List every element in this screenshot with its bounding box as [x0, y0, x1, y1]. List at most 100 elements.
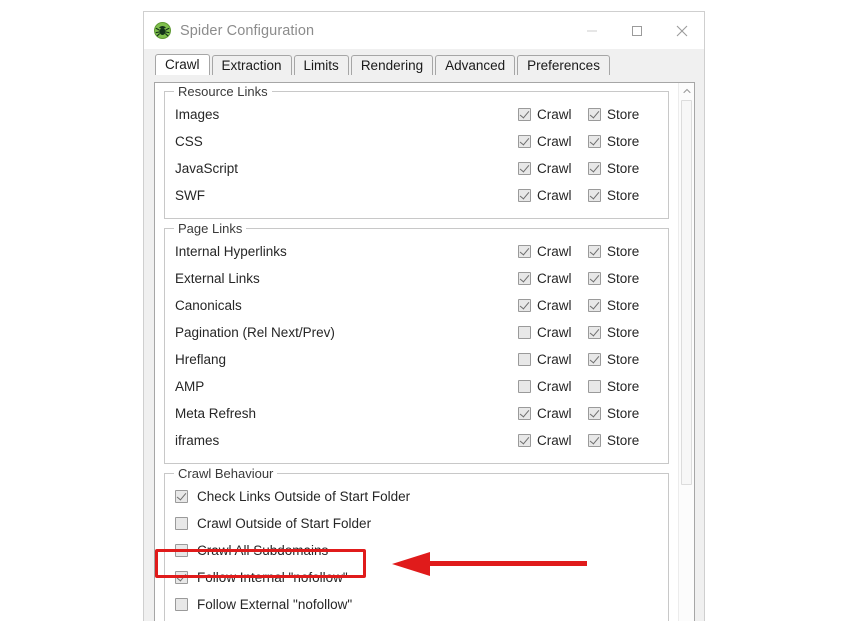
store-cell: Store: [588, 406, 658, 421]
store-checkbox-hreflang[interactable]: [588, 353, 601, 366]
link-row-hreflang: Hreflang Crawl Store: [175, 346, 658, 373]
checkbox-check-links-outside-start-folder[interactable]: [175, 490, 188, 503]
store-cell: Store: [588, 161, 658, 176]
link-label: AMP: [175, 379, 205, 394]
crawl-cell: Crawl: [518, 352, 588, 367]
tab-bar: Crawl Extraction Limits Rendering Advanc…: [144, 49, 704, 75]
crawl-cell: Crawl: [518, 406, 588, 421]
link-label: CSS: [175, 134, 203, 149]
store-label: Store: [607, 379, 640, 394]
spider-configuration-dialog: Spider Configuration Crawl Extraction Li…: [143, 11, 705, 621]
crawl-label: Crawl: [537, 406, 572, 421]
store-cell: Store: [588, 379, 658, 394]
store-checkbox-swf[interactable]: [588, 189, 601, 202]
title-bar: Spider Configuration: [144, 12, 704, 49]
crawl-label: Crawl: [537, 433, 572, 448]
link-label: Hreflang: [175, 352, 227, 367]
window-controls: [569, 12, 704, 49]
store-checkbox-javascript[interactable]: [588, 162, 601, 175]
crawl-checkbox-canonicals[interactable]: [518, 299, 531, 312]
link-row-amp: AMP Crawl Store: [175, 373, 658, 400]
link-label: Pagination (Rel Next/Prev): [175, 325, 335, 340]
crawl-label: Crawl: [537, 244, 572, 259]
crawl-checkbox-css[interactable]: [518, 135, 531, 148]
store-label: Store: [607, 271, 640, 286]
store-label: Store: [607, 244, 640, 259]
link-row-internal-hyperlinks: Internal Hyperlinks Crawl Store: [175, 238, 658, 265]
tab-crawl[interactable]: Crawl: [155, 54, 210, 75]
crawl-checkbox-amp[interactable]: [518, 380, 531, 393]
behaviour-row-check-links-outside-start-folder[interactable]: Check Links Outside of Start Folder: [175, 483, 658, 510]
checkbox-follow-external-nofollow[interactable]: [175, 598, 188, 611]
behaviour-row-follow-external-nofollow[interactable]: Follow External "nofollow": [175, 591, 658, 618]
crawl-checkbox-javascript[interactable]: [518, 162, 531, 175]
store-label: Store: [607, 107, 640, 122]
store-cell: Store: [588, 107, 658, 122]
page-links-group: Page Links Internal Hyperlinks Crawl Sto…: [164, 221, 669, 464]
store-checkbox-external-links[interactable]: [588, 272, 601, 285]
crawl-checkbox-swf[interactable]: [518, 189, 531, 202]
maximize-button[interactable]: [614, 12, 659, 49]
behaviour-row-crawl-outside-start-folder[interactable]: Crawl Outside of Start Folder: [175, 510, 658, 537]
link-row-swf: SWF Crawl Store: [175, 182, 658, 209]
store-cell: Store: [588, 433, 658, 448]
crawl-checkbox-iframes[interactable]: [518, 434, 531, 447]
crawl-cell: Crawl: [518, 107, 588, 122]
store-cell: Store: [588, 271, 658, 286]
store-label: Store: [607, 325, 640, 340]
checkbox-crawl-all-subdomains[interactable]: [175, 544, 188, 557]
close-button[interactable]: [659, 12, 704, 49]
crawl-label: Crawl: [537, 271, 572, 286]
store-checkbox-canonicals[interactable]: [588, 299, 601, 312]
crawl-checkbox-external-links[interactable]: [518, 272, 531, 285]
minimize-button[interactable]: [569, 12, 614, 49]
checkbox-follow-internal-nofollow[interactable]: [175, 571, 188, 584]
store-label: Store: [607, 161, 640, 176]
link-row-external-links: External Links Crawl Store: [175, 265, 658, 292]
store-checkbox-internal-hyperlinks[interactable]: [588, 245, 601, 258]
crawl-cell: Crawl: [518, 325, 588, 340]
store-cell: Store: [588, 134, 658, 149]
link-row-canonicals: Canonicals Crawl Store: [175, 292, 658, 319]
crawl-checkbox-hreflang[interactable]: [518, 353, 531, 366]
spider-logo-icon: [154, 22, 171, 39]
crawl-checkbox-pagination[interactable]: [518, 326, 531, 339]
link-row-images: Images Crawl Store: [175, 101, 658, 128]
store-cell: Store: [588, 325, 658, 340]
store-checkbox-iframes[interactable]: [588, 434, 601, 447]
crawl-checkbox-internal-hyperlinks[interactable]: [518, 245, 531, 258]
store-label: Store: [607, 134, 640, 149]
store-checkbox-css[interactable]: [588, 135, 601, 148]
link-row-meta-refresh: Meta Refresh Crawl Store: [175, 400, 658, 427]
link-label: Meta Refresh: [175, 406, 257, 421]
tab-limits[interactable]: Limits: [293, 55, 349, 75]
window-title: Spider Configuration: [180, 22, 315, 39]
tab-advanced[interactable]: Advanced: [435, 55, 516, 75]
scroll-up-arrow-icon[interactable]: [679, 83, 694, 99]
crawl-label: Crawl: [537, 325, 572, 340]
store-checkbox-images[interactable]: [588, 108, 601, 121]
store-checkbox-meta-refresh[interactable]: [588, 407, 601, 420]
tab-preferences[interactable]: Preferences: [517, 55, 610, 75]
vertical-scrollbar[interactable]: [678, 83, 694, 621]
crawl-label: Crawl: [537, 188, 572, 203]
crawl-checkbox-images[interactable]: [518, 108, 531, 121]
behaviour-row-follow-internal-nofollow[interactable]: Follow Internal "nofollow": [175, 564, 658, 591]
scroll-thumb[interactable]: [681, 100, 692, 485]
tab-extraction[interactable]: Extraction: [211, 55, 292, 75]
link-label: Canonicals: [175, 298, 242, 313]
crawl-label: Crawl: [537, 352, 572, 367]
store-cell: Store: [588, 298, 658, 313]
store-checkbox-pagination[interactable]: [588, 326, 601, 339]
behaviour-label: Crawl Outside of Start Folder: [197, 516, 372, 531]
tab-rendering[interactable]: Rendering: [350, 55, 434, 75]
checkbox-crawl-outside-start-folder[interactable]: [175, 517, 188, 530]
store-checkbox-amp[interactable]: [588, 380, 601, 393]
store-label: Store: [607, 406, 640, 421]
behaviour-label: Crawl All Subdomains: [197, 543, 329, 558]
crawl-checkbox-meta-refresh[interactable]: [518, 407, 531, 420]
store-cell: Store: [588, 352, 658, 367]
crawl-cell: Crawl: [518, 161, 588, 176]
crawl-label: Crawl: [537, 161, 572, 176]
behaviour-row-crawl-all-subdomains[interactable]: Crawl All Subdomains: [175, 537, 658, 564]
